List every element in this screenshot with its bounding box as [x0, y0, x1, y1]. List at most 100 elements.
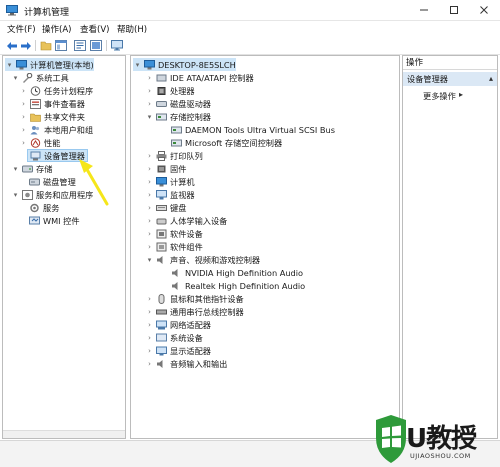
maximize-button[interactable] — [440, 0, 468, 20]
monitor-button[interactable] — [110, 39, 124, 52]
device-category[interactable]: ▾ 存储控制器 — [145, 110, 211, 123]
system-device-icon — [156, 333, 167, 343]
actions-section-device-manager[interactable]: 设备管理器 ▴ — [403, 72, 497, 86]
expand-right-icon: › — [22, 112, 25, 121]
help-icon — [90, 40, 102, 51]
device-category[interactable]: › 处理器 — [145, 84, 194, 97]
expand-right-icon: › — [148, 190, 151, 199]
expand-right-icon: › — [148, 307, 151, 316]
back-arrow-icon — [7, 41, 17, 50]
window-title: 计算机管理 — [24, 8, 70, 18]
expand-right-icon: › — [148, 203, 151, 212]
device-root-label: DESKTOP-8E5SLCH — [158, 59, 236, 70]
tree-root[interactable]: ▾ 计算机管理(本地) — [5, 58, 94, 71]
tree-item-shared-folders[interactable]: › 共享文件夹 — [19, 110, 85, 123]
wmi-icon — [29, 216, 40, 226]
folder-up-button[interactable] — [39, 39, 53, 52]
expand-right-icon: › — [148, 333, 151, 342]
monitor-icon — [156, 189, 167, 200]
ide-icon — [156, 73, 167, 83]
tree-item-task-scheduler[interactable]: › 任务计划程序 — [19, 84, 93, 97]
annotation-arrow — [79, 159, 109, 206]
tree-item-services[interactable]: 服务 — [27, 201, 59, 214]
tree-item-disk-management[interactable]: 磁盘管理 — [27, 175, 76, 188]
device-category[interactable]: › 磁盘驱动器 — [145, 97, 211, 110]
device-item[interactable]: Realtek High Definition Audio — [169, 279, 305, 292]
tree-item-wmi[interactable]: WMI 控件 — [27, 214, 80, 227]
device-root[interactable]: ▾ DESKTOP-8E5SLCH — [133, 58, 236, 71]
expand-down-icon: ▾ — [147, 112, 152, 121]
console-tree-pane: ▾ 计算机管理(本地) ▾ 系统工具 › 任务计划程序 › 事件查看器 › 共享… — [2, 55, 126, 439]
expand-down-icon: ▾ — [147, 255, 152, 264]
minimize-button[interactable] — [410, 0, 438, 20]
tree-item-system-tools[interactable]: ▾ 系统工具 — [11, 71, 69, 84]
mouse-icon — [156, 293, 167, 304]
speaker-icon — [171, 281, 182, 291]
help-button[interactable] — [89, 39, 103, 52]
usb-icon — [156, 307, 167, 317]
display-adapter-icon — [156, 346, 167, 356]
device-category[interactable]: › 计算机 — [145, 175, 195, 188]
tree-item-storage[interactable]: ▾ 存储 — [11, 162, 53, 175]
expand-right-icon: › — [148, 99, 151, 108]
tree-item-label: 性能 — [44, 137, 61, 148]
watermark-text: U教授 — [406, 424, 477, 454]
title-bar: 计算机管理 — [0, 0, 500, 21]
device-category[interactable]: › 固件 — [145, 162, 186, 175]
close-button[interactable] — [470, 0, 498, 20]
expand-right-icon: › — [148, 151, 151, 160]
device-category[interactable]: › 通用串行总线控制器 — [145, 305, 244, 318]
forward-button[interactable] — [19, 39, 33, 52]
device-category[interactable]: › 键盘 — [145, 201, 186, 214]
device-label: 软件组件 — [170, 241, 203, 252]
shared-folder-icon — [30, 112, 41, 122]
services-apps-icon — [22, 189, 33, 200]
event-viewer-icon — [30, 98, 41, 109]
back-button[interactable] — [5, 39, 19, 52]
expand-right-icon: › — [148, 242, 151, 251]
audio-io-icon — [156, 359, 167, 369]
device-category[interactable]: › 网络适配器 — [145, 318, 211, 331]
device-item[interactable]: NVIDIA High Definition Audio — [169, 266, 303, 279]
clock-icon — [30, 85, 41, 96]
device-item[interactable]: DAEMON Tools Ultra Virtual SCSI Bus — [169, 123, 335, 136]
device-label: NVIDIA High Definition Audio — [185, 267, 304, 278]
device-category[interactable]: › 人体学输入设备 — [145, 214, 227, 227]
device-tree-pane: ▾ DESKTOP-8E5SLCH › IDE ATA/ATAPI 控制器 › … — [130, 55, 400, 439]
tree-item-label: 磁盘管理 — [43, 176, 76, 187]
device-category[interactable]: › 软件组件 — [145, 240, 203, 253]
device-label: 固件 — [170, 163, 187, 174]
tree-item-event-viewer[interactable]: › 事件查看器 — [19, 97, 85, 110]
device-category[interactable]: › 显示适配器 — [145, 344, 211, 357]
device-category[interactable]: › 系统设备 — [145, 331, 203, 344]
horizontal-scrollbar[interactable] — [3, 430, 125, 438]
menu-file[interactable]: 文件(F) — [7, 23, 36, 35]
device-item[interactable]: Microsoft 存储空间控制器 — [169, 136, 282, 149]
expand-down-icon: ▾ — [13, 190, 18, 199]
device-category[interactable]: › 打印队列 — [145, 149, 203, 162]
menu-view[interactable]: 查看(V) — [80, 23, 109, 35]
menu-action[interactable]: 操作(A) — [42, 23, 71, 35]
tree-item-local-users[interactable]: › 本地用户和组 — [19, 123, 93, 136]
device-category[interactable]: › IDE ATA/ATAPI 控制器 — [145, 71, 254, 84]
device-category[interactable]: › 音频输入和输出 — [145, 357, 227, 370]
expand-down-icon: ▾ — [13, 73, 18, 82]
device-category[interactable]: ▾ 声音、视频和游戏控制器 — [145, 253, 260, 266]
disk-drive-icon — [156, 99, 167, 109]
device-category[interactable]: › 鼠标和其他指针设备 — [145, 292, 244, 305]
properties-button[interactable] — [73, 39, 87, 52]
tree-item-label: 本地用户和组 — [44, 124, 94, 135]
more-actions-link[interactable]: 更多操作 ▸ — [423, 90, 463, 102]
device-category[interactable]: › 软件设备 — [145, 227, 203, 240]
menu-help[interactable]: 帮助(H) — [117, 23, 147, 35]
device-label: 监视器 — [170, 189, 195, 200]
tree-item-performance[interactable]: › 性能 — [19, 136, 60, 149]
device-label: 键盘 — [170, 202, 187, 213]
device-category[interactable]: › 监视器 — [145, 188, 195, 201]
console-tree-button[interactable] — [54, 39, 68, 52]
tree-item-label: 事件查看器 — [44, 98, 85, 109]
disk-icon — [29, 177, 40, 187]
device-label: 音频输入和输出 — [170, 358, 228, 369]
minimize-icon — [420, 9, 428, 11]
folder-up-icon — [40, 41, 52, 51]
